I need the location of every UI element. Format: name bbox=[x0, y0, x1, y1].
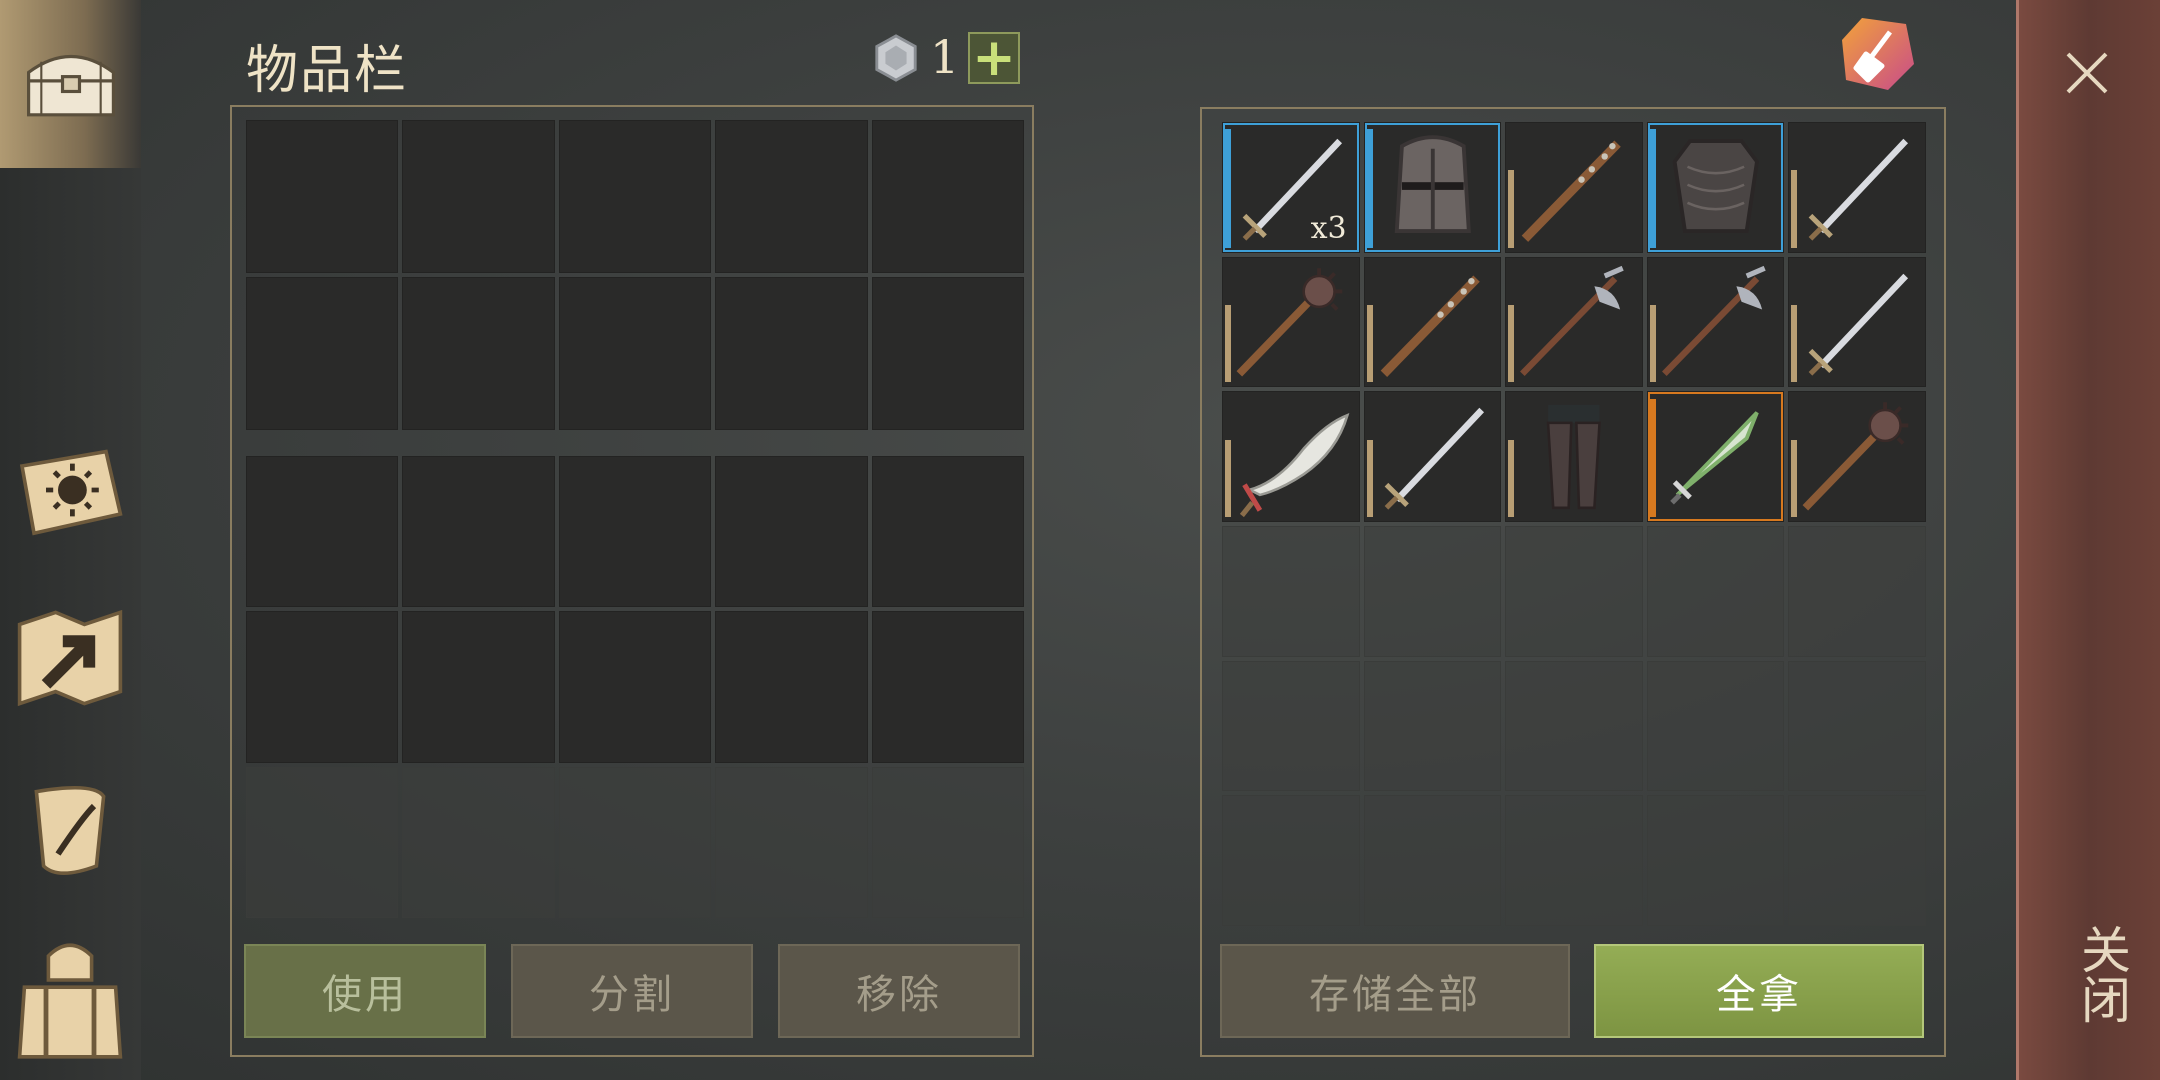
close-label[interactable]: 关闭 bbox=[2066, 924, 2138, 1024]
inventory-slot[interactable] bbox=[715, 120, 868, 273]
sword-icon bbox=[1809, 273, 1909, 376]
spiked-club-icon bbox=[1521, 140, 1621, 242]
loot-slot[interactable] bbox=[1363, 256, 1502, 388]
scimitar-icon bbox=[1239, 413, 1350, 518]
loot-slot[interactable] bbox=[1646, 122, 1785, 253]
green-dagger-icon bbox=[1670, 411, 1759, 505]
inventory-slot[interactable] bbox=[871, 120, 1024, 273]
mace-icon bbox=[1802, 402, 1909, 511]
loot-slot[interactable] bbox=[1646, 391, 1785, 522]
loot-slot[interactable] bbox=[1505, 391, 1643, 522]
loot-slot[interactable] bbox=[1505, 122, 1643, 253]
inventory-slot[interactable] bbox=[402, 277, 555, 430]
inventory-title: 物品栏 bbox=[246, 41, 409, 101]
inventory-slot[interactable] bbox=[246, 120, 399, 273]
sun-book-icon[interactable] bbox=[10, 430, 130, 550]
inventory-slot[interactable] bbox=[558, 456, 712, 608]
inventory-slot[interactable] bbox=[246, 456, 399, 608]
loot-slot-empty[interactable] bbox=[1646, 526, 1785, 657]
loot-slot-empty[interactable] bbox=[1222, 795, 1360, 926]
loot-slot[interactable] bbox=[1363, 122, 1502, 253]
sword-icon bbox=[1384, 408, 1484, 510]
cleanup-broom-icon[interactable] bbox=[1838, 14, 1918, 94]
loot-slot-empty[interactable] bbox=[1788, 795, 1926, 926]
loot-slot-empty[interactable] bbox=[1646, 660, 1785, 792]
loot-slot-empty[interactable] bbox=[1363, 526, 1502, 657]
loot-slot-empty[interactable] bbox=[1788, 660, 1926, 792]
loot-slot[interactable]: x3 bbox=[1222, 122, 1360, 253]
inventory-slot[interactable] bbox=[558, 120, 712, 273]
loot-slot[interactable] bbox=[1222, 256, 1360, 388]
loot-slot[interactable] bbox=[1646, 256, 1785, 388]
loot-slot-empty[interactable] bbox=[1363, 660, 1502, 792]
inventory-slot[interactable] bbox=[715, 277, 868, 430]
inventory-slot[interactable] bbox=[402, 611, 555, 763]
take-all-button[interactable]: 全拿 bbox=[1594, 944, 1924, 1038]
loot-slot-empty[interactable] bbox=[1788, 526, 1926, 657]
sidebar-tab-chest[interactable] bbox=[0, 0, 141, 168]
loot-slot-empty[interactable] bbox=[1363, 795, 1502, 926]
split-button[interactable]: 分割 bbox=[511, 944, 753, 1038]
inventory-slot[interactable] bbox=[715, 456, 868, 608]
great-helm-icon bbox=[1394, 135, 1471, 234]
halberd-icon bbox=[1661, 265, 1766, 376]
inventory-slot[interactable] bbox=[402, 120, 555, 273]
use-button[interactable]: 使用 bbox=[244, 944, 486, 1038]
loot-slot-empty[interactable] bbox=[1505, 795, 1643, 926]
loot-slot-empty[interactable] bbox=[1646, 795, 1785, 926]
loot-slot[interactable] bbox=[1363, 391, 1502, 522]
loot-grid: x3 bbox=[1222, 122, 1926, 926]
scroll-icon[interactable] bbox=[10, 770, 130, 890]
inventory-slot[interactable] bbox=[715, 766, 868, 918]
loot-slot[interactable] bbox=[1788, 391, 1926, 522]
close-icon[interactable] bbox=[2062, 48, 2112, 98]
inventory-grid-main bbox=[246, 120, 1024, 430]
inventory-slot[interactable] bbox=[871, 611, 1024, 763]
loot-slot[interactable] bbox=[1788, 122, 1926, 253]
inventory-slot[interactable] bbox=[246, 611, 399, 763]
close-panel[interactable] bbox=[2016, 0, 2160, 1080]
inventory-slot[interactable] bbox=[402, 766, 555, 918]
mace-icon bbox=[1236, 267, 1343, 377]
loot-slot-empty[interactable] bbox=[1222, 526, 1360, 657]
item-quantity: x3 bbox=[1310, 210, 1347, 246]
inventory-slot[interactable] bbox=[558, 611, 712, 763]
inventory-grid-secondary bbox=[246, 456, 1024, 918]
remove-button[interactable]: 移除 bbox=[778, 944, 1020, 1038]
halberd-icon bbox=[1520, 265, 1624, 376]
inventory-slot[interactable] bbox=[871, 456, 1024, 608]
inventory-slot[interactable] bbox=[558, 277, 712, 430]
loot-slot-empty[interactable] bbox=[1222, 660, 1360, 792]
chest-icon bbox=[27, 54, 115, 117]
backpack-icon[interactable] bbox=[10, 928, 130, 1068]
coin-count: 1 bbox=[930, 30, 960, 84]
sword-icon bbox=[1809, 138, 1909, 241]
map-icon[interactable] bbox=[10, 598, 130, 718]
inventory-slot[interactable] bbox=[402, 456, 555, 608]
scale-armor-icon bbox=[1672, 139, 1759, 234]
store-all-button[interactable]: 存储全部 bbox=[1220, 944, 1570, 1038]
loot-slot[interactable] bbox=[1788, 256, 1926, 388]
loot-slot[interactable] bbox=[1222, 391, 1360, 522]
loot-slot-empty[interactable] bbox=[1505, 526, 1643, 657]
inventory-slot[interactable] bbox=[246, 766, 399, 918]
inventory-slot[interactable] bbox=[871, 766, 1024, 918]
coin-icon bbox=[875, 34, 917, 82]
spiked-club-icon bbox=[1380, 275, 1480, 377]
inventory-slot[interactable] bbox=[715, 611, 868, 763]
loot-slot[interactable] bbox=[1505, 256, 1643, 388]
inventory-slot[interactable] bbox=[558, 766, 712, 918]
add-coin-button[interactable]: + bbox=[968, 32, 1020, 84]
loot-slot-empty[interactable] bbox=[1505, 660, 1643, 792]
chainmail-leggings-icon bbox=[1546, 405, 1602, 510]
inventory-slot[interactable] bbox=[246, 277, 399, 430]
inventory-slot[interactable] bbox=[871, 277, 1024, 430]
